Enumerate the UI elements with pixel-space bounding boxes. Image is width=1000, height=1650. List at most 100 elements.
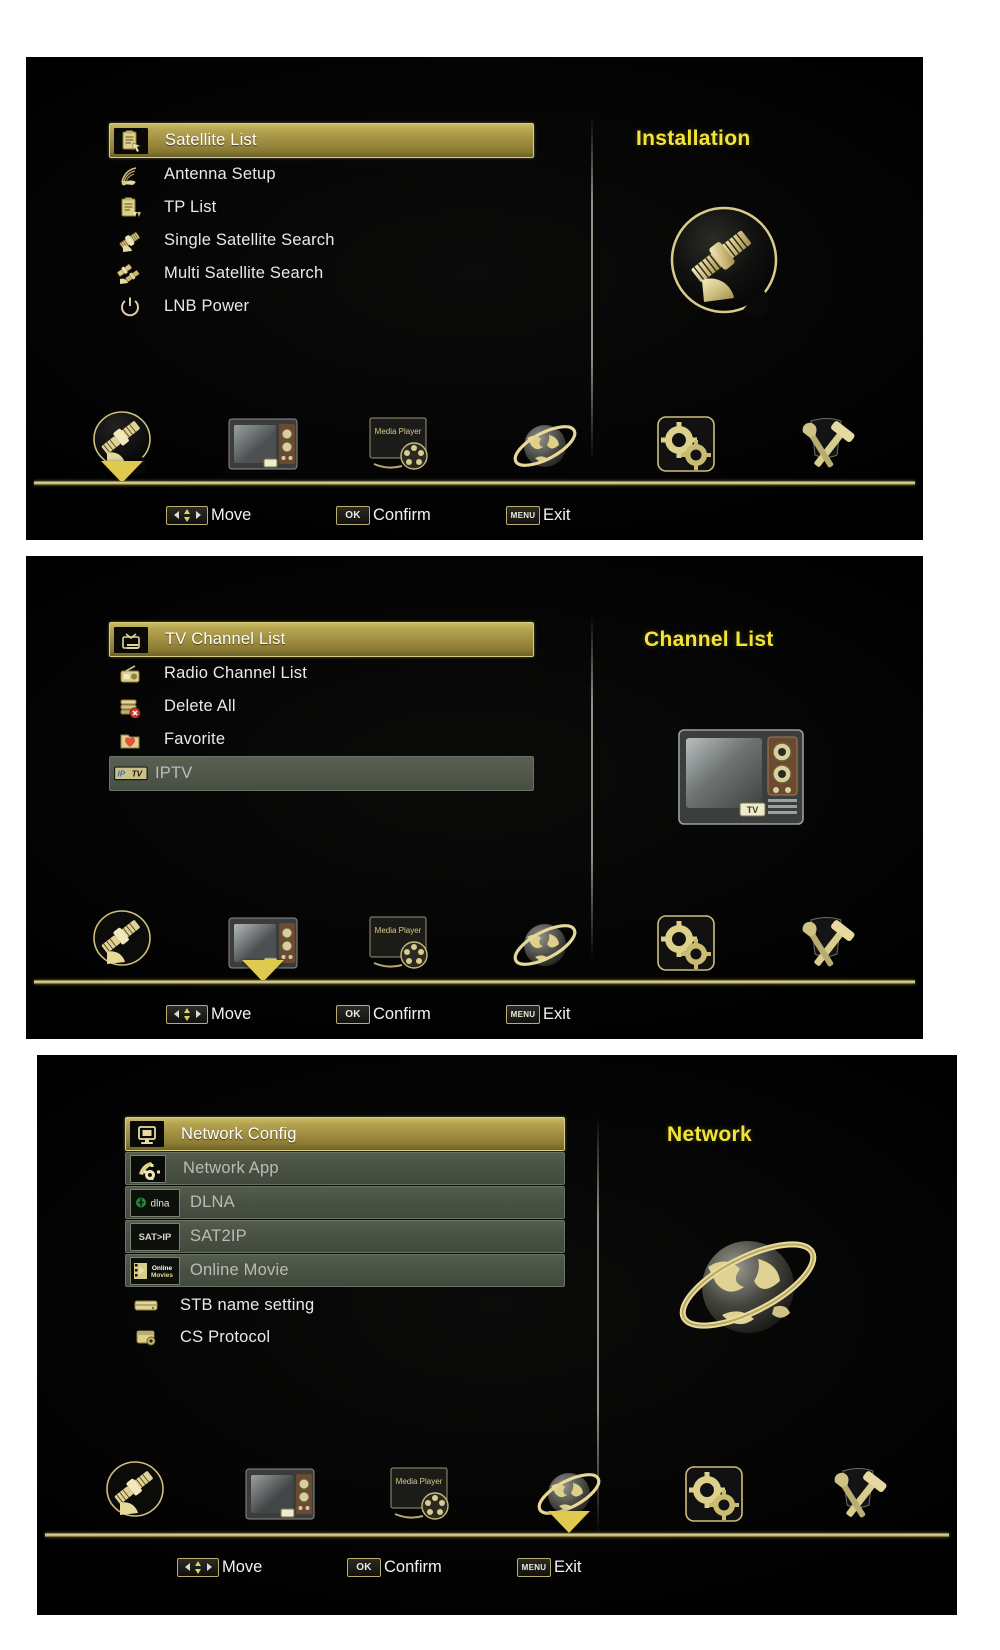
menu-key-icon: MENU <box>506 505 540 525</box>
satellite-nav-icon <box>98 1459 172 1531</box>
separator-line <box>34 481 915 485</box>
menu-item-lnb-power[interactable]: LNB Power <box>109 290 534 323</box>
page-margin-bottom <box>0 1615 1000 1650</box>
svg-text:TV: TV <box>747 805 759 815</box>
menu-item-label: Radio Channel List <box>164 664 308 682</box>
nav-channel-list[interactable] <box>208 405 318 485</box>
svg-text:Media Player: Media Player <box>395 1477 442 1486</box>
panel-title: Installation <box>636 127 751 150</box>
network-panel: Network Network Config Network App dlna … <box>37 1055 957 1615</box>
iptv-badge-icon: IP TV <box>114 761 148 787</box>
page-margin-top <box>0 0 1000 57</box>
nav-settings[interactable] <box>631 405 741 485</box>
menu-item-label: IPTV <box>155 764 193 782</box>
nav-tools[interactable] <box>772 405 882 485</box>
page-margin-right-lower <box>957 1055 1000 1650</box>
menu-item-satellite-list[interactable]: Satellite List <box>109 123 534 158</box>
menu-item-radio-channel-list[interactable]: Radio Channel List <box>109 657 534 690</box>
power-icon <box>113 294 147 320</box>
nav-tools[interactable] <box>804 1455 914 1535</box>
menu-item-multi-satellite-search[interactable]: Multi Satellite Search <box>109 257 534 290</box>
separator-line <box>34 980 915 984</box>
menu-item-label: CS Protocol <box>180 1327 271 1346</box>
menu-item-online-movie[interactable]: Online Movies Online Movie <box>125 1254 565 1287</box>
delete-all-icon <box>113 694 147 720</box>
nav-installation[interactable] <box>67 904 177 984</box>
network-config-icon <box>130 1121 164 1147</box>
favorite-icon <box>113 727 147 753</box>
nav-media-player[interactable]: Media Player <box>370 1455 480 1535</box>
stb-name-icon <box>129 1292 163 1318</box>
svg-text:Media Player: Media Player <box>375 427 422 436</box>
tv-nav-icon <box>227 415 299 475</box>
hint-label: Move <box>222 1557 263 1576</box>
menu-item-tv-channel-list[interactable]: TV Channel List <box>109 622 534 657</box>
nav-installation[interactable] <box>67 405 177 485</box>
menu-item-tp-list[interactable]: TP List <box>109 191 534 224</box>
separator-line <box>45 1533 949 1537</box>
nav-channel-list[interactable] <box>225 1455 335 1535</box>
panel-title: Channel List <box>644 628 774 651</box>
nav-tools[interactable] <box>772 904 882 984</box>
gears-nav-icon <box>681 1464 747 1526</box>
menu-item-label: Satellite List <box>165 131 257 149</box>
menu-item-stb-name-setting[interactable]: STB name setting <box>125 1289 565 1321</box>
menu-item-label: LNB Power <box>164 297 250 315</box>
menu-item-delete-all[interactable]: Delete All <box>109 690 534 723</box>
nav-network[interactable] <box>514 1455 624 1535</box>
hint-label: Exit <box>543 505 571 524</box>
nav-installation[interactable] <box>80 1455 190 1535</box>
hint-exit: MENU Exit <box>506 505 571 525</box>
menu-item-dlna[interactable]: dlna DLNA <box>125 1186 565 1219</box>
antenna-setup-icon <box>113 162 147 188</box>
page-gap-2 <box>26 1039 923 1055</box>
nav-channel-list[interactable] <box>208 904 318 984</box>
nav-settings[interactable] <box>631 904 741 984</box>
menu-item-network-app[interactable]: Network App <box>125 1152 565 1185</box>
svg-text:Media Player: Media Player <box>375 926 422 935</box>
menu-item-antenna-setup[interactable]: Antenna Setup <box>109 158 534 191</box>
media-player-nav-icon: Media Player <box>366 416 442 474</box>
online-movie-icon: Online Movies <box>130 1256 180 1285</box>
menu-item-label: Delete All <box>164 697 236 715</box>
menu-key-icon: MENU <box>517 1557 551 1577</box>
svg-text:TV: TV <box>132 770 143 779</box>
nav-media-player[interactable]: Media Player <box>349 405 459 485</box>
nav-media-player[interactable]: Media Player <box>349 904 459 984</box>
sat2ip-badge-icon: SAT>IP <box>130 1222 180 1251</box>
satellite-nav-icon <box>85 908 159 980</box>
page-gap-1 <box>26 540 923 556</box>
hint-move: Move <box>177 1557 347 1577</box>
menu-item-network-config[interactable]: Network Config <box>125 1117 565 1151</box>
globe-nav-icon <box>509 913 581 975</box>
multi-satellite-icon <box>113 261 147 287</box>
network-app-icon <box>130 1154 166 1183</box>
globe-nav-icon <box>509 414 581 476</box>
hint-bar: Move OK Confirm MENU Exit <box>26 999 923 1029</box>
satellite-list-icon <box>114 127 148 154</box>
menu-item-label: Favorite <box>164 730 226 748</box>
svg-text:SAT>IP: SAT>IP <box>139 1232 172 1243</box>
menu-item-sat2ip[interactable]: SAT>IP SAT2IP <box>125 1220 565 1253</box>
hint-label: Confirm <box>373 1004 431 1023</box>
channel-list-menu: TV Channel List Radio Channel List Delet… <box>109 622 534 791</box>
main-nav-bar: Media Player <box>26 395 923 485</box>
nav-settings[interactable] <box>659 1455 769 1535</box>
nav-network[interactable] <box>490 405 600 485</box>
menu-item-label: TV Channel List <box>165 630 286 648</box>
nav-network[interactable] <box>490 904 600 984</box>
gears-nav-icon <box>653 913 719 975</box>
hint-bar: Move OK Confirm MENU Exit <box>37 1552 957 1582</box>
menu-item-single-satellite-search[interactable]: Single Satellite Search <box>109 224 534 257</box>
hint-label: Move <box>211 505 252 524</box>
nav-selected-indicator <box>548 1511 591 1533</box>
menu-item-favorite[interactable]: Favorite <box>109 723 534 756</box>
svg-text:Online: Online <box>152 1265 173 1272</box>
hint-confirm: OK Confirm <box>336 505 506 525</box>
svg-text:Movies: Movies <box>151 1272 173 1279</box>
menu-item-iptv[interactable]: IP TV IPTV <box>109 756 534 791</box>
media-player-nav-icon: Media Player <box>366 915 442 973</box>
menu-item-cs-protocol[interactable]: CS Protocol <box>125 1321 565 1353</box>
menu-item-label: Single Satellite Search <box>164 231 335 249</box>
menu-item-label: STB name setting <box>180 1295 315 1314</box>
